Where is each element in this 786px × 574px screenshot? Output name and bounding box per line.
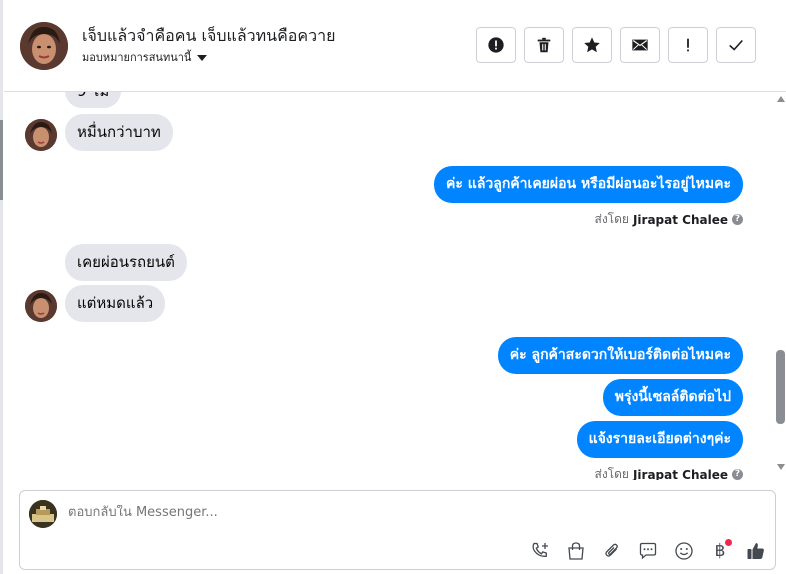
caret-down-icon bbox=[197, 54, 208, 61]
message-thread[interactable]: 9 โม หมื่นกว่าบาท ค่ะ แล้วลูกค้าเคยผ่อน … bbox=[4, 92, 774, 480]
help-icon[interactable]: ? bbox=[732, 469, 743, 480]
scroll-up-arrow-icon[interactable] bbox=[777, 96, 785, 102]
thumbs-up-icon bbox=[747, 543, 764, 559]
contact-avatar-small[interactable] bbox=[25, 290, 57, 322]
phone-plus-icon bbox=[532, 542, 548, 557]
star-icon bbox=[584, 37, 600, 53]
left-scrollbar-thumb[interactable] bbox=[0, 120, 3, 200]
outgoing-message[interactable]: ค่ะ ลูกค้าสะดวกให้เบอร์ติดต่อไหมคะ bbox=[497, 337, 743, 374]
conversation-title: เจ็บแล้วจำคือคน เจ็บแล้วทนคือควาย bbox=[82, 26, 336, 45]
baht-icon: ฿ bbox=[714, 541, 726, 561]
header-actions bbox=[476, 27, 756, 63]
messenger-conversation-window: เจ็บแล้วจำคือคน เจ็บแล้วทนคือควาย มอบหมา… bbox=[0, 0, 786, 574]
thread-scrollbar[interactable] bbox=[776, 92, 786, 480]
assign-conversation-label: มอบหมายการสนทนานี้ bbox=[82, 51, 192, 64]
outgoing-message[interactable]: แจ้งรายละเอียดต่างๆค่ะ bbox=[576, 421, 743, 458]
like-button[interactable] bbox=[742, 537, 770, 565]
sent-by-label: ส่งโดย Jirapat Chalee ? bbox=[594, 210, 743, 229]
sent-by-prefix: ส่งโดย bbox=[594, 467, 629, 480]
composer-toolbar: ฿ bbox=[526, 537, 770, 565]
mark-done-button[interactable] bbox=[716, 27, 756, 63]
call-button[interactable] bbox=[526, 537, 554, 565]
outgoing-message[interactable]: พรุ่งนี้เซลล์ติดต่อไป bbox=[602, 379, 743, 416]
incoming-message[interactable]: แต่หมดแล้ว bbox=[65, 285, 166, 322]
reply-input[interactable] bbox=[68, 505, 748, 520]
sent-by-prefix: ส่งโดย bbox=[594, 212, 629, 226]
envelope-icon bbox=[632, 39, 648, 51]
trash-icon bbox=[537, 37, 551, 53]
contact-avatar-small[interactable] bbox=[25, 119, 57, 151]
mark-spam-button[interactable] bbox=[476, 27, 516, 63]
incoming-message[interactable]: หมื่นกว่าบาท bbox=[65, 114, 173, 151]
smiley-icon bbox=[675, 542, 693, 560]
saved-replies-button[interactable] bbox=[634, 537, 662, 565]
notification-dot bbox=[725, 539, 732, 546]
scrollbar-thumb[interactable] bbox=[776, 350, 785, 424]
exclamation-icon bbox=[687, 38, 689, 52]
sent-by-label: ส่งโดย Jirapat Chalee ? bbox=[594, 465, 743, 481]
outgoing-message[interactable]: ค่ะ แล้วลูกค้าเคยผ่อน หรือมีผ่อนอะไรอยู่… bbox=[434, 166, 743, 203]
sent-by-name: Jirapat Chalee bbox=[632, 467, 728, 481]
assign-conversation-dropdown[interactable]: มอบหมายการสนทนานี้ bbox=[82, 48, 208, 66]
contact-avatar[interactable] bbox=[20, 22, 68, 70]
attach-button[interactable] bbox=[598, 537, 626, 565]
alert-circle-icon bbox=[488, 37, 504, 53]
payment-button[interactable]: ฿ bbox=[706, 537, 734, 565]
emoji-button[interactable] bbox=[670, 537, 698, 565]
chat-bubble-icon bbox=[639, 542, 657, 560]
page-avatar bbox=[29, 500, 57, 528]
star-button[interactable] bbox=[572, 27, 612, 63]
incoming-message[interactable]: เคยผ่อนรถยนต์ bbox=[65, 244, 187, 281]
sent-by-name: Jirapat Chalee bbox=[632, 212, 728, 227]
delete-button[interactable] bbox=[524, 27, 564, 63]
incoming-message-partial[interactable]: 9 โม bbox=[65, 92, 122, 108]
shop-button[interactable] bbox=[562, 537, 590, 565]
scroll-down-arrow-icon[interactable] bbox=[777, 464, 785, 470]
follow-up-button[interactable] bbox=[668, 27, 708, 63]
conversation-header: เจ็บแล้วจำคือคน เจ็บแล้วทนคือควาย มอบหมา… bbox=[4, 0, 786, 92]
paperclip-icon bbox=[605, 543, 618, 557]
help-icon[interactable]: ? bbox=[732, 214, 743, 225]
check-icon bbox=[729, 39, 743, 51]
reply-composer: ฿ bbox=[19, 490, 776, 570]
left-scrollbar-track[interactable] bbox=[0, 0, 3, 574]
mark-unread-button[interactable] bbox=[620, 27, 660, 63]
shopping-bag-icon bbox=[568, 542, 584, 560]
